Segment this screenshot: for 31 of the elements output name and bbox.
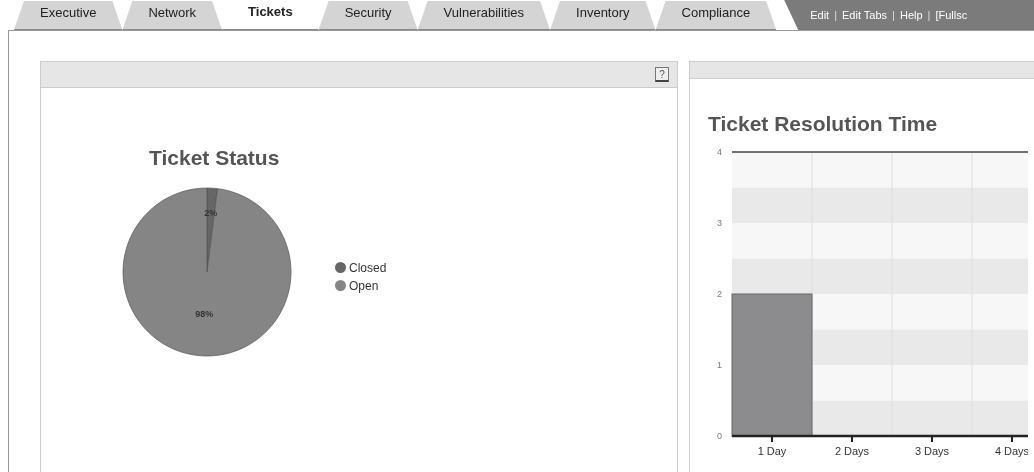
link-separator: | <box>833 9 839 21</box>
chart-title: Ticket Resolution Time <box>708 112 939 136</box>
top-link[interactable]: Edit <box>810 9 830 21</box>
legend-dot <box>335 262 346 273</box>
slice-label: 98% <box>195 308 214 319</box>
y-tick-label: 0 <box>717 431 722 441</box>
x-tick-label: 4 Days <box>994 445 1028 457</box>
legend-label: Closed <box>349 260 387 275</box>
tab[interactable]: Security <box>318 1 418 30</box>
x-tick-label: 2 Days <box>834 445 870 457</box>
legend-dot <box>335 280 346 291</box>
link-separator: | <box>926 9 932 21</box>
tab[interactable]: Inventory <box>550 1 656 30</box>
top-link[interactable]: Help <box>899 9 923 21</box>
y-tick-label: 1 <box>717 360 722 370</box>
x-tick-label: 3 Days <box>914 445 950 457</box>
link-separator: | <box>891 9 896 21</box>
top-link[interactable]: Edit Tabs <box>842 9 888 21</box>
slice-label: 2% <box>204 208 218 219</box>
help-button[interactable]: ? <box>655 67 669 82</box>
tab[interactable]: Network <box>122 1 223 30</box>
tab[interactable]: Compliance <box>655 1 777 30</box>
top-link[interactable]: [Fullsc <box>935 9 968 21</box>
y-tick-label: 3 <box>717 218 722 228</box>
legend-label: Open <box>349 278 379 293</box>
y-tick-label: 4 <box>717 147 722 157</box>
tab[interactable]: Executive <box>14 1 123 30</box>
chart-title: Ticket Status <box>149 146 281 170</box>
x-tick-label: 1 Day <box>757 445 787 457</box>
tab[interactable]: Vulnerabilities <box>417 1 551 30</box>
y-tick-label: 2 <box>717 289 722 299</box>
